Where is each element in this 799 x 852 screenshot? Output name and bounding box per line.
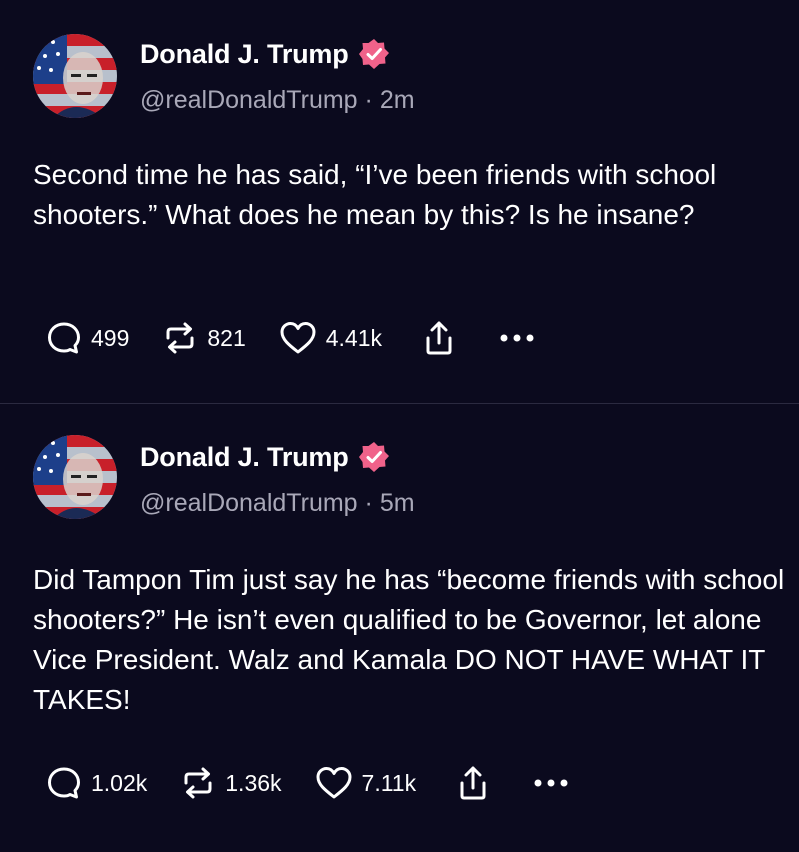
handle-row: @realDonaldTrump · 2m	[140, 86, 415, 115]
more-button[interactable]	[498, 332, 538, 344]
author-handle[interactable]: @realDonaldTrump	[140, 86, 358, 114]
verified-badge-icon	[358, 38, 390, 70]
author-name[interactable]: Donald J. Trump	[140, 39, 349, 70]
author-name[interactable]: Donald J. Trump	[140, 442, 349, 473]
reply-icon	[45, 764, 83, 802]
handle-row: @realDonaldTrump · 5m	[140, 489, 415, 518]
heart-icon	[278, 319, 318, 357]
like-count: 7.11k	[361, 769, 417, 796]
share-button[interactable]	[454, 763, 492, 803]
share-button[interactable]	[420, 318, 458, 358]
like-count: 4.41k	[325, 324, 383, 351]
avatar[interactable]	[33, 34, 117, 118]
share-icon	[454, 763, 492, 803]
author-handle[interactable]: @realDonaldTrump	[140, 489, 358, 517]
action-bar: 499 821 4.41k	[45, 318, 538, 358]
more-icon	[498, 332, 538, 344]
like-button[interactable]: 4.41k	[278, 319, 382, 357]
more-button[interactable]	[532, 777, 572, 789]
author-row: Donald J. Trump	[140, 38, 390, 70]
action-bar: 1.02k 1.36k 7.11k	[45, 763, 572, 803]
reply-button[interactable]: 499	[45, 319, 129, 357]
like-button[interactable]: 7.11k	[314, 764, 417, 802]
repost-icon	[161, 319, 199, 357]
separator: ·	[364, 489, 380, 517]
repost-button[interactable]: 821	[161, 319, 246, 357]
post-time[interactable]: 2m	[380, 86, 415, 114]
share-icon	[420, 318, 458, 358]
repost-icon	[179, 764, 217, 802]
repost-count: 821	[207, 324, 246, 351]
more-icon	[532, 777, 572, 789]
post-text: Did Tampon Tim just say he has “become f…	[33, 564, 792, 715]
author-row: Donald J. Trump	[140, 441, 390, 473]
post[interactable]: Donald J. Trump @realDonaldTrump · 2m Se…	[0, 0, 799, 403]
reply-button[interactable]: 1.02k	[45, 764, 147, 802]
post[interactable]: Donald J. Trump @realDonaldTrump · 5m Di…	[0, 403, 799, 852]
post-text: Second time he has said, “I’ve been frie…	[33, 159, 725, 230]
post-time[interactable]: 5m	[380, 489, 415, 517]
repost-button[interactable]: 1.36k	[179, 764, 282, 802]
verified-badge-icon	[358, 441, 390, 473]
reply-count: 1.02k	[91, 769, 148, 796]
repost-count: 1.36k	[225, 769, 282, 796]
separator: ·	[364, 86, 380, 114]
heart-icon	[314, 764, 354, 802]
reply-icon	[45, 319, 83, 357]
reply-count: 499	[91, 324, 130, 351]
avatar[interactable]	[33, 435, 117, 519]
